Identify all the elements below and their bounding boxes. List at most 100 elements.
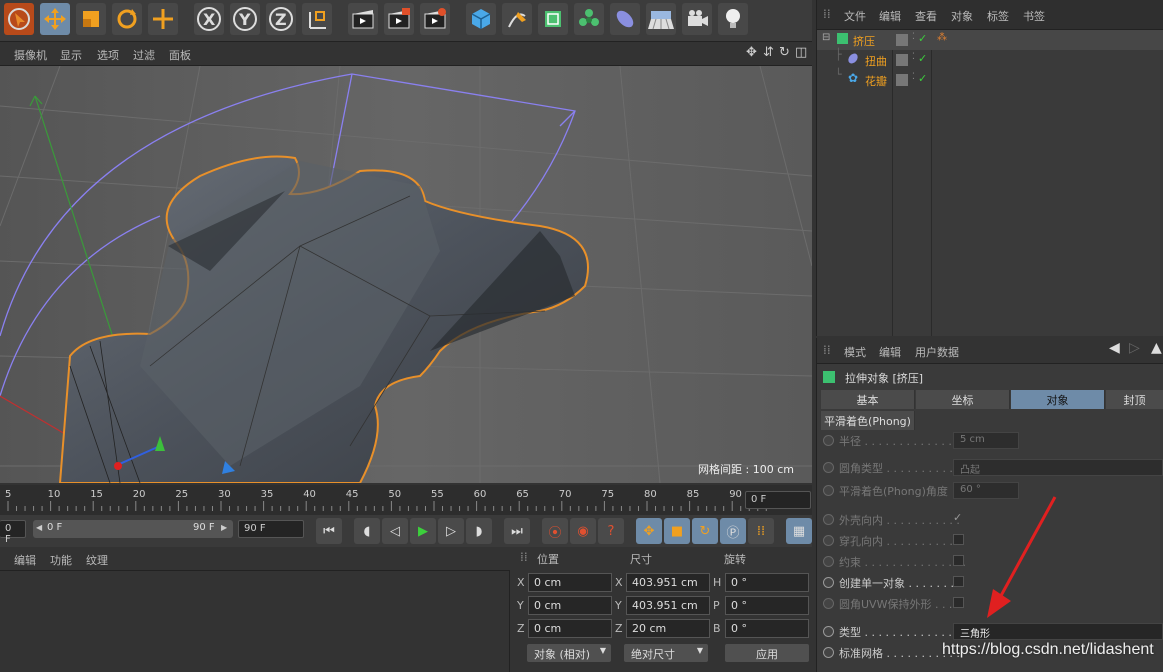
am-menu-mode[interactable]: 模式 <box>844 344 866 360</box>
animation-dot-icon[interactable] <box>823 598 834 609</box>
panel-grip-icon[interactable]: ⁞⁞ <box>520 550 528 564</box>
constrain-checkbox[interactable] <box>953 555 964 566</box>
pos-x-field[interactable]: 0 cm <box>528 573 612 592</box>
render-to-picture-viewer-icon[interactable] <box>384 3 414 35</box>
object-row-petal[interactable]: └ ✿ 花瓣 ⁚ ✓ <box>817 68 1163 90</box>
om-menu-tags[interactable]: 标签 <box>987 8 1009 24</box>
scale-tool-icon[interactable] <box>76 3 106 35</box>
animation-dot-icon[interactable] <box>823 485 834 496</box>
deformer-icon[interactable] <box>610 3 640 35</box>
enabled-check-icon[interactable]: ✓ <box>918 32 927 45</box>
go-to-start-icon[interactable]: ⏮ <box>316 518 342 544</box>
animation-dot-icon[interactable] <box>823 647 834 658</box>
menu-options[interactable]: 选项 <box>97 47 119 63</box>
next-key-icon[interactable]: ◗ <box>466 518 492 544</box>
start-frame-field[interactable]: 0 F <box>0 520 26 545</box>
om-menu-view[interactable]: 查看 <box>915 8 937 24</box>
keyframe-selection-icon[interactable]: ? <box>598 518 624 544</box>
key-position-icon[interactable]: ✥ <box>636 518 662 544</box>
apply-button[interactable]: 应用 <box>725 644 809 662</box>
timeline-ruler[interactable]: 5 10 15 20 25 30 35 40 45 50 55 60 65 70 75 80 85 90 0 F <box>0 485 812 515</box>
viewport-rotate-icon[interactable]: ↻ <box>779 45 790 60</box>
am-menu-user-data[interactable]: 用户数据 <box>915 344 959 360</box>
x-axis-lock-button[interactable]: X <box>194 3 224 35</box>
tab-object[interactable]: 对象 <box>1011 390 1105 409</box>
frame-range-slider[interactable]: ◀ 0 F 90 F ▶ <box>33 520 233 538</box>
pos-y-field[interactable]: 0 cm <box>528 596 612 615</box>
light-bulb-icon[interactable] <box>718 3 748 35</box>
visibility-dots-icon[interactable]: ⁚ <box>912 52 915 62</box>
rotate-tool-icon[interactable] <box>112 3 142 35</box>
size-z-field[interactable]: 20 cm <box>626 619 710 638</box>
cube-object-icon[interactable] <box>466 3 496 35</box>
play-icon[interactable]: ▶ <box>410 518 436 544</box>
next-frame-icon[interactable]: ▷ <box>438 518 464 544</box>
tab-coord[interactable]: 坐标 <box>916 390 1010 409</box>
size-mode-dropdown[interactable]: 绝对尺寸 ▼ <box>624 644 708 662</box>
object-row-bend[interactable]: ├ 扭曲 ⁚ ✓ <box>817 48 1163 70</box>
back-arrow-icon[interactable]: ◀ <box>1109 340 1120 356</box>
size-x-field[interactable]: 403.951 cm <box>626 573 710 592</box>
z-axis-lock-button[interactable]: Z <box>266 3 296 35</box>
pos-z-field[interactable]: 0 cm <box>528 619 612 638</box>
current-frame-field[interactable]: 0 F <box>745 491 811 509</box>
material-menu-texture[interactable]: 纹理 <box>86 552 108 568</box>
object-name[interactable]: 挤压 <box>853 33 875 49</box>
tab-phong[interactable]: 平滑着色(Phong) <box>821 411 915 430</box>
animation-dot-icon[interactable] <box>823 577 834 588</box>
key-rotation-icon[interactable]: ↻ <box>692 518 718 544</box>
record-keys-icon[interactable]: ⦿ <box>542 518 568 544</box>
menu-panel[interactable]: 面板 <box>169 47 191 63</box>
move-tool-icon[interactable] <box>40 3 70 35</box>
scheme-film-icon[interactable]: ▦ <box>786 518 812 544</box>
animation-dot-icon[interactable] <box>823 556 834 567</box>
previous-key-icon[interactable]: ◖ <box>354 518 380 544</box>
type-dropdown[interactable]: 三角形 <box>953 623 1163 640</box>
phong-tag-icon[interactable]: ⁂ <box>937 32 947 43</box>
om-menu-bookmarks[interactable]: 书签 <box>1023 8 1045 24</box>
forward-arrow-icon[interactable]: ▷ <box>1129 340 1140 356</box>
material-menu-function[interactable]: 功能 <box>50 552 72 568</box>
key-pla-icon[interactable]: ⁞⁞ <box>748 518 774 544</box>
y-axis-lock-button[interactable]: Y <box>230 3 260 35</box>
coordinate-mode-dropdown[interactable]: 对象 (相对) ▼ <box>527 644 611 662</box>
om-menu-object[interactable]: 对象 <box>951 8 973 24</box>
subdivision-surface-icon[interactable] <box>538 3 568 35</box>
camera-icon[interactable] <box>682 3 712 35</box>
render-settings-icon[interactable] <box>420 3 450 35</box>
key-scale-icon[interactable]: ■ <box>664 518 690 544</box>
floor-environment-icon[interactable] <box>646 3 676 35</box>
panel-grip-icon[interactable]: ⁞⁞ <box>823 7 831 21</box>
key-parameter-icon[interactable]: Ⓟ <box>720 518 746 544</box>
go-to-end-icon[interactable]: ⏭ <box>504 518 530 544</box>
auto-keying-icon[interactable]: ◉ <box>570 518 596 544</box>
live-selection-tool-icon[interactable] <box>4 3 34 35</box>
up-arrow-icon[interactable]: ▲ <box>1151 340 1162 356</box>
3d-viewport[interactable]: 网格间距 : 100 cm <box>0 66 812 483</box>
animation-dot-icon[interactable] <box>823 626 834 637</box>
visibility-dots-icon[interactable]: ⁚ <box>912 72 915 82</box>
visibility-dots-icon[interactable]: ⁚ <box>912 32 915 42</box>
rot-h-field[interactable]: 0 ° <box>725 573 809 592</box>
object-name[interactable]: 扭曲 <box>865 53 887 69</box>
tab-basic[interactable]: 基本 <box>821 390 915 409</box>
animation-dot-icon[interactable] <box>823 435 834 446</box>
hole-inwards-checkbox[interactable] <box>953 534 964 545</box>
am-menu-edit[interactable]: 编辑 <box>879 344 901 360</box>
range-right-arrow-icon[interactable]: ▶ <box>221 523 227 532</box>
keep-fillet-uvw-checkbox[interactable] <box>953 597 964 608</box>
rot-p-field[interactable]: 0 ° <box>725 596 809 615</box>
enabled-check-icon[interactable]: ✓ <box>918 52 927 65</box>
transform-tool-icon[interactable] <box>148 3 178 35</box>
previous-frame-icon[interactable]: ◁ <box>382 518 408 544</box>
hull-inwards-checkbox[interactable]: ✓ <box>953 511 962 524</box>
mograph-cloner-icon[interactable] <box>574 3 604 35</box>
om-menu-file[interactable]: 文件 <box>844 8 866 24</box>
object-row-extrude[interactable]: ⊟ 挤压 ⁚ ✓ ⁂ <box>817 30 1163 50</box>
radius-field[interactable]: 5 cm <box>953 432 1019 449</box>
enabled-check-icon[interactable]: ✓ <box>918 72 927 85</box>
end-frame-field[interactable]: 90 F <box>238 520 304 538</box>
object-name[interactable]: 花瓣 <box>865 73 887 89</box>
om-menu-edit[interactable]: 编辑 <box>879 8 901 24</box>
tab-caps[interactable]: 封顶 <box>1106 390 1163 409</box>
